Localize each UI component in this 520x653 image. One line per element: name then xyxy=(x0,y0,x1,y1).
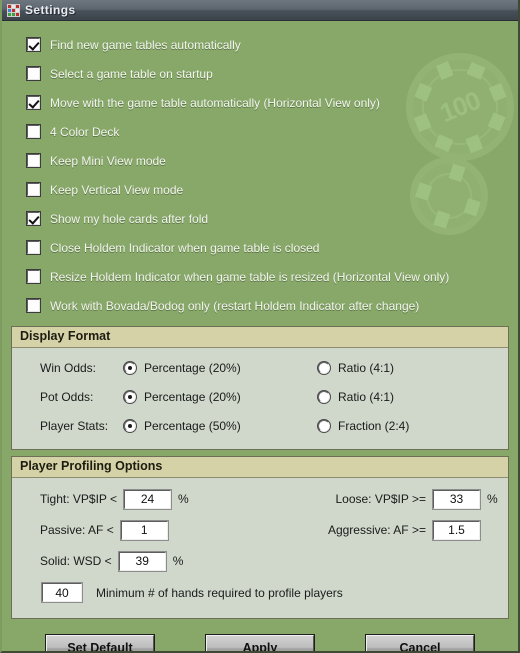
checkbox-row-close-holdem-indicator[interactable]: Close Holdem Indicator when game table i… xyxy=(2,233,518,262)
loose-label: Loose: VP$IP >= xyxy=(335,492,426,506)
checkbox-find-new-game-tables[interactable] xyxy=(27,38,40,51)
radio-player-stats-fraction[interactable] xyxy=(318,420,330,433)
radio-option-win-odds-ratio[interactable]: Ratio (4:1) xyxy=(318,361,508,375)
radio-label: Ratio (4:1) xyxy=(338,361,395,376)
solid-wsd-input[interactable]: 39 xyxy=(118,551,166,571)
solid-label: Solid: WSD < xyxy=(40,554,112,568)
checkbox-4-color-deck[interactable] xyxy=(27,125,40,138)
checkbox-move-with-game-table[interactable] xyxy=(27,96,40,109)
checkbox-label: Work with Bovada/Bodog only (restart Hol… xyxy=(50,298,420,313)
radio-option-player-stats-percentage[interactable]: Percentage (50%) xyxy=(124,419,241,433)
player-profiling-title: Player Profiling Options xyxy=(12,456,508,478)
radio-win-odds-percentage[interactable] xyxy=(124,362,136,375)
pot-odds-label: Pot Odds: xyxy=(40,390,94,405)
display-format-row-pot-odds: Pot Odds: Percentage (20%) Ratio (4:1) xyxy=(12,383,508,412)
app-grid-icon xyxy=(7,3,20,17)
checkbox-label: Close Holdem Indicator when game table i… xyxy=(50,240,320,255)
set-default-button[interactable]: Set Default xyxy=(46,634,154,651)
checkbox-row-work-with-bovada-bodog-only[interactable]: Work with Bovada/Bodog only (restart Hol… xyxy=(2,291,518,320)
tight-vpip-input[interactable]: 24 xyxy=(124,489,172,509)
checkbox-work-with-bovada-bodog-only[interactable] xyxy=(27,299,40,312)
checkbox-label: Resize Holdem Indicator when game table … xyxy=(50,269,450,284)
player-profiling-group: Player Profiling Options Tight: VP$IP < … xyxy=(11,455,509,619)
checkbox-label: Find new game tables automatically xyxy=(50,37,241,52)
radio-option-pot-odds-ratio[interactable]: Ratio (4:1) xyxy=(318,390,508,404)
display-format-body: Win Odds: Percentage (20%) Ratio (4:1) P… xyxy=(12,348,508,449)
apply-button[interactable]: Apply xyxy=(206,634,314,651)
radio-option-player-stats-fraction[interactable]: Fraction (2:4) xyxy=(318,419,508,433)
display-format-group: Display Format Win Odds: Percentage (20%… xyxy=(11,326,509,450)
minimum-hands-label: Minimum # of hands required to profile p… xyxy=(96,585,343,600)
radio-label: Percentage (50%) xyxy=(144,419,241,434)
cancel-button[interactable]: Cancel xyxy=(366,634,474,651)
aggressive-af-input[interactable]: 1.5 xyxy=(433,520,480,540)
profiling-row-passive-aggressive: Passive: AF < 1 Aggressive: AF >= 1.5 xyxy=(12,515,508,546)
loose-unit: % xyxy=(487,492,498,506)
player-profiling-body: Tight: VP$IP < 24 % Loose: VP$IP >= 33 %… xyxy=(12,478,508,618)
checkbox-row-find-new-game-tables[interactable]: Find new game tables automatically xyxy=(2,30,518,59)
dialog-buttons: Set Default Apply Cancel xyxy=(2,634,518,651)
checkbox-row-keep-mini-view-mode[interactable]: Keep Mini View mode xyxy=(2,146,518,175)
passive-af-input[interactable]: 1 xyxy=(120,520,168,540)
checkbox-keep-mini-view-mode[interactable] xyxy=(27,154,40,167)
checkbox-label: Show my hole cards after fold xyxy=(50,211,209,226)
radio-label: Ratio (4:1) xyxy=(338,390,395,405)
display-format-title: Display Format xyxy=(12,327,508,348)
checkbox-row-4-color-deck[interactable]: 4 Color Deck xyxy=(2,117,518,146)
checkbox-select-game-table-on-startup[interactable] xyxy=(27,67,40,80)
minimum-hands-input[interactable]: 40 xyxy=(42,583,82,602)
radio-label: Percentage (20%) xyxy=(144,361,241,376)
radio-player-stats-percentage[interactable] xyxy=(124,420,136,433)
checkbox-label: Select a game table on startup xyxy=(50,66,213,81)
tight-label: Tight: VP$IP < xyxy=(40,492,118,506)
aggressive-label: Aggressive: AF >= xyxy=(327,523,426,537)
checkbox-label: Keep Mini View mode xyxy=(50,153,166,168)
radio-pot-odds-percentage[interactable] xyxy=(124,391,136,404)
player-stats-label: Player Stats: xyxy=(40,419,109,434)
checkbox-resize-holdem-indicator[interactable] xyxy=(27,270,40,283)
settings-window: Settings 100 Find new game tables automa… xyxy=(0,0,520,653)
profiling-row-tight-loose: Tight: VP$IP < 24 % Loose: VP$IP >= 33 % xyxy=(12,484,508,515)
solid-unit: % xyxy=(172,554,184,568)
window-title: Settings xyxy=(25,3,76,17)
checkbox-close-holdem-indicator[interactable] xyxy=(27,241,40,254)
tight-unit: % xyxy=(178,492,189,506)
checkbox-row-keep-vertical-view-mode[interactable]: Keep Vertical View mode xyxy=(2,175,518,204)
passive-label: Passive: AF < xyxy=(40,523,114,537)
radio-win-odds-ratio[interactable] xyxy=(318,362,330,375)
display-format-row-win-odds: Win Odds: Percentage (20%) Ratio (4:1) xyxy=(12,354,508,383)
radio-label: Fraction (2:4) xyxy=(338,419,410,434)
title-bar: Settings xyxy=(2,0,518,21)
checkbox-keep-vertical-view-mode[interactable] xyxy=(27,183,40,196)
checkbox-label: Move with the game table automatically (… xyxy=(50,95,380,110)
checkbox-row-select-game-table-on-startup[interactable]: Select a game table on startup xyxy=(2,59,518,88)
checkbox-row-move-with-game-table[interactable]: Move with the game table automatically (… xyxy=(2,88,518,117)
win-odds-label: Win Odds: xyxy=(40,361,97,376)
options-checkbox-list: Find new game tables automatically Selec… xyxy=(2,21,518,320)
profiling-row-minimum-hands: 40 Minimum # of hands required to profil… xyxy=(12,577,508,609)
checkbox-row-show-hole-cards-after-fold[interactable]: Show my hole cards after fold xyxy=(2,204,518,233)
profiling-row-solid: Solid: WSD < 39 % xyxy=(12,546,508,577)
loose-vpip-input[interactable]: 33 xyxy=(433,489,480,509)
display-format-row-player-stats: Player Stats: Percentage (50%) Fraction … xyxy=(12,412,508,441)
checkbox-label: Keep Vertical View mode xyxy=(50,182,184,197)
radio-option-pot-odds-percentage[interactable]: Percentage (20%) xyxy=(124,390,241,404)
checkbox-show-hole-cards-after-fold[interactable] xyxy=(27,212,40,225)
radio-pot-odds-ratio[interactable] xyxy=(318,391,330,404)
checkbox-label: 4 Color Deck xyxy=(50,124,120,139)
checkbox-row-resize-holdem-indicator[interactable]: Resize Holdem Indicator when game table … xyxy=(2,262,518,291)
radio-option-win-odds-percentage[interactable]: Percentage (20%) xyxy=(124,361,241,375)
radio-label: Percentage (20%) xyxy=(144,390,241,405)
